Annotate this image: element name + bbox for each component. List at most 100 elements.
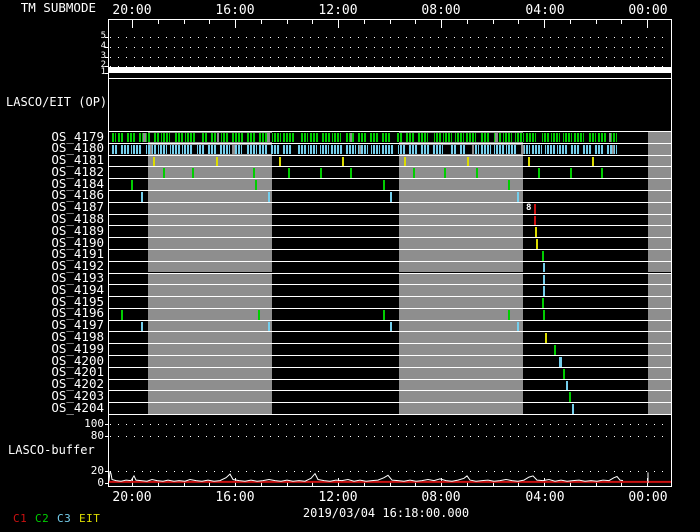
gray-band: [399, 179, 523, 190]
tm-ytick-label: 1: [100, 67, 106, 77]
bar-gap: [342, 144, 346, 154]
event-tick: [543, 262, 545, 273]
tm-ytick-mark: [105, 57, 108, 58]
bar-gap: [476, 133, 480, 142]
os-row: [109, 319, 671, 332]
gray-band: [148, 332, 272, 344]
event-tick: [192, 168, 194, 179]
event-tick: [141, 191, 143, 202]
gray-band: [648, 273, 671, 285]
gray-band: [648, 190, 671, 202]
bar-gap: [464, 133, 466, 142]
tm-ytick-label: 4: [100, 41, 106, 51]
row-label: OS_4204: [51, 399, 104, 415]
top-time-label: 16:00: [215, 3, 255, 18]
os-row: [109, 331, 671, 344]
gray-band: [648, 143, 671, 155]
gray-band: [648, 132, 671, 143]
bar-gap: [294, 133, 300, 142]
bar-gap: [452, 133, 455, 142]
bottom-time-label: 16:00: [215, 490, 255, 505]
bar-gap: [406, 144, 408, 154]
os-row: [109, 248, 671, 261]
event-tick: [342, 156, 344, 167]
bar-gap-gray: [232, 144, 235, 154]
bar-gap: [567, 144, 571, 154]
gray-band: [148, 356, 272, 367]
bottom-time-label: 04:00: [525, 490, 565, 505]
gray-band: [399, 190, 523, 202]
bar-gap: [542, 144, 545, 154]
event-tick: [569, 392, 571, 403]
event-tick: [413, 168, 415, 179]
legend-item-c2: C2: [35, 512, 50, 525]
gray-band: [648, 261, 671, 273]
bar-gap: [329, 144, 331, 154]
time-tick-top: [312, 20, 313, 24]
time-tick-top: [261, 20, 262, 24]
bar-gap: [308, 133, 310, 142]
bottom-time-label: 12:00: [318, 490, 358, 505]
bar-gap: [592, 144, 595, 154]
event-glyph: 8: [526, 202, 532, 213]
gray-band: [648, 403, 671, 414]
buffer-ytick-label: 80: [90, 428, 104, 442]
gray-band: [148, 273, 272, 285]
buffer-white-trace: [109, 471, 624, 482]
gray-band: [148, 367, 272, 379]
gray-band: [399, 403, 523, 414]
gray-band: [648, 367, 671, 379]
os-row: [109, 402, 671, 414]
os-row: [109, 189, 671, 202]
bar-gap: [584, 133, 588, 142]
time-tick-top: [518, 20, 519, 24]
os-row: 8: [109, 201, 671, 214]
os-row: [109, 131, 671, 143]
bar-gap: [391, 133, 396, 142]
bar-gap: [393, 144, 398, 154]
os-row: [109, 378, 671, 391]
bar-gap: [380, 144, 382, 154]
os-row: [109, 166, 671, 179]
bar-gap-gray: [143, 133, 146, 142]
gray-band: [148, 261, 272, 273]
bar-gap: [341, 133, 345, 142]
event-tick: [255, 180, 257, 190]
bar-gap: [192, 144, 197, 154]
bar-gap: [415, 133, 418, 142]
event-tick: [545, 333, 547, 344]
gray-band: [399, 155, 523, 167]
bar-gap: [491, 144, 494, 154]
bar-gap: [479, 144, 481, 154]
gray-band: [648, 214, 671, 226]
gray-band: [399, 356, 523, 367]
os-row: [109, 272, 671, 285]
gray-band: [399, 202, 523, 214]
bar-gap-gray: [521, 144, 524, 154]
time-tick-top: [209, 20, 210, 24]
os-row: [109, 142, 671, 155]
time-tick-top: [570, 20, 571, 24]
panel-hborder: [108, 78, 672, 79]
event-tick: [253, 168, 255, 179]
event-tick: [508, 180, 510, 190]
bar-gap: [489, 133, 494, 142]
bar-gap: [456, 144, 459, 154]
event-tick: [153, 156, 155, 167]
event-tick: [570, 168, 572, 179]
gray-band: [648, 332, 671, 344]
bar-gap: [156, 144, 158, 154]
bar-gap: [604, 144, 606, 154]
event-tick: [141, 321, 143, 332]
buffer-ytick-mark: [105, 471, 108, 472]
time-tick-top: [467, 20, 468, 24]
gray-band: [148, 285, 272, 297]
bar-gap: [167, 144, 170, 154]
event-tick: [563, 368, 565, 379]
bar-gap: [136, 133, 138, 142]
gray-band: [399, 379, 523, 391]
buffer-ytick-mark: [105, 483, 108, 484]
event-tick: [288, 168, 290, 179]
event-tick: [121, 309, 123, 320]
event-tick: [279, 156, 281, 167]
